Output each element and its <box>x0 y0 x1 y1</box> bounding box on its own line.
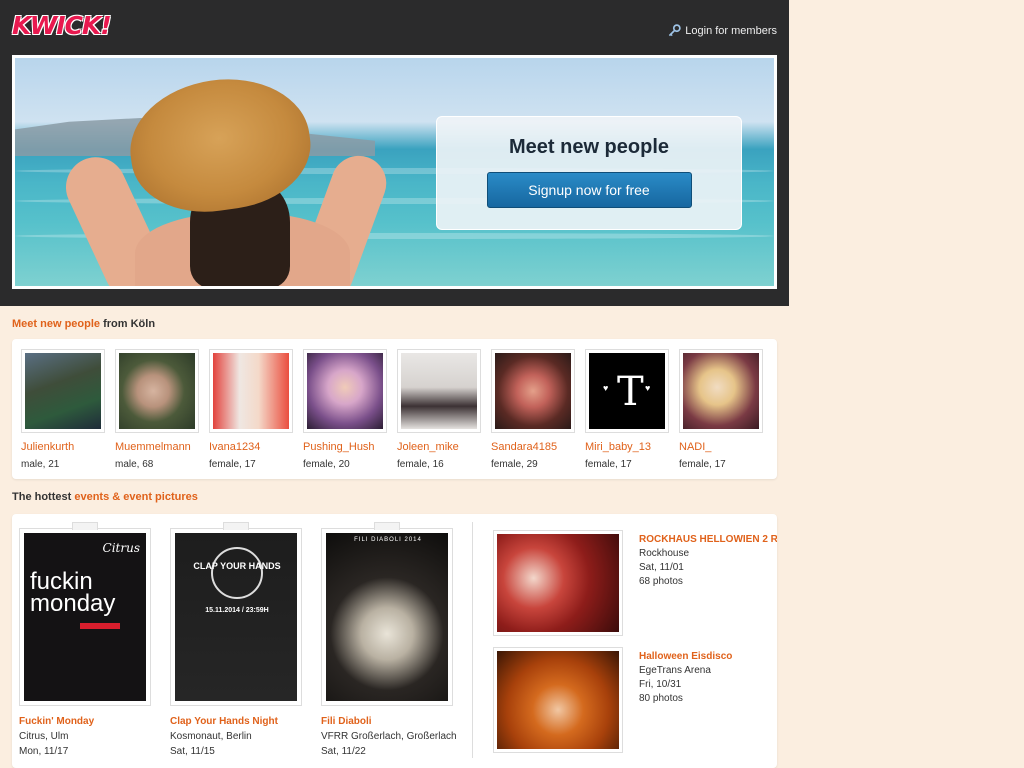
hero-banner: Meet new people Signup now for free <box>12 55 777 289</box>
person-avatar[interactable] <box>209 349 293 433</box>
person-card[interactable]: Joleen_mike female, 16 <box>397 349 483 470</box>
person-info: male, 21 <box>21 459 60 470</box>
person-info: female, 17 <box>679 459 726 470</box>
event-date: Sat, 11/15 <box>170 746 215 757</box>
person-card[interactable]: Muemmelmann male, 68 <box>115 349 201 470</box>
person-name[interactable]: Sandara4185 <box>491 441 577 453</box>
person-card[interactable]: Pushing_Hush female, 20 <box>303 349 389 470</box>
event-date: Sat, 11/22 <box>321 746 366 757</box>
signup-box: Meet new people Signup now for free <box>436 116 742 230</box>
person-card[interactable]: T ♥ ♥ Miri_baby_13 female, 17 <box>585 349 671 470</box>
person-info: male, 68 <box>115 459 154 470</box>
person-info: female, 20 <box>303 459 350 470</box>
event-picture-venue: Rockhouse <box>639 548 690 559</box>
people-title-rest: from Köln <box>103 318 156 330</box>
events-panel: Citrus fuckin monday Fuckin' Monday Citr… <box>12 514 777 768</box>
person-name[interactable]: Joleen_mike <box>397 441 483 453</box>
poster-tab <box>223 522 249 530</box>
person-avatar[interactable] <box>397 349 481 433</box>
signup-button[interactable]: Signup now for free <box>486 172 692 208</box>
kwick-logo[interactable]: KWICK! <box>12 11 112 40</box>
poster-tab <box>72 522 98 530</box>
event-card[interactable]: FILI DIABOLI 2014 Fili Diaboli VFRR Groß… <box>321 522 457 757</box>
event-picture-date: Sat, 11/01 <box>639 562 684 573</box>
people-panel: Julienkurth male, 21 Muemmelmann male, 6… <box>12 339 777 479</box>
event-picture-title[interactable]: Halloween Eisdisco <box>639 651 777 662</box>
people-title-highlight[interactable]: Meet new people <box>12 318 100 330</box>
people-section-title: Meet new people from Köln <box>12 318 155 330</box>
person-card[interactable]: Ivana1234 female, 17 <box>209 349 295 470</box>
event-date: Mon, 11/17 <box>19 746 69 757</box>
event-poster[interactable]: CLAP YOUR HANDS 15.11.2014 / 23:59H <box>170 522 302 706</box>
person-avatar[interactable] <box>679 349 763 433</box>
event-card[interactable]: CLAP YOUR HANDS 15.11.2014 / 23:59H Clap… <box>170 522 302 757</box>
key-icon <box>669 24 682 37</box>
event-poster[interactable]: FILI DIABOLI 2014 <box>321 522 453 706</box>
event-picture-venue: EgeTrans Arena <box>639 665 711 676</box>
event-name[interactable]: Fuckin' Monday <box>19 716 151 727</box>
person-avatar[interactable] <box>303 349 387 433</box>
person-name[interactable]: Julienkurth <box>21 441 107 453</box>
person-avatar[interactable] <box>115 349 199 433</box>
poster-accent <box>80 623 120 629</box>
event-poster[interactable]: Citrus fuckin monday <box>19 522 151 706</box>
event-picture-title[interactable]: ROCKHAUS HELLOWIEN 2 RU <box>639 534 777 545</box>
person-info: female, 29 <box>491 459 538 470</box>
event-picture-info: ROCKHAUS HELLOWIEN 2 RU Rockhouse Sat, 1… <box>639 534 777 587</box>
event-name[interactable]: Clap Your Hands Night <box>170 716 302 727</box>
hero-heading: Meet new people <box>508 136 670 158</box>
events-title-prefix: The hottest <box>12 491 72 503</box>
person-card[interactable]: Julienkurth male, 21 <box>21 349 107 470</box>
poster-main-text: CLAP YOUR HANDS <box>193 561 281 571</box>
poster-date-text: 15.11.2014 / 23:59H <box>205 607 269 614</box>
section-divider <box>472 522 473 758</box>
person-info: female, 16 <box>397 459 444 470</box>
event-location: Kosmonaut, Berlin <box>170 731 252 742</box>
event-location: VFRR Großerlach, Großerlach <box>321 731 457 742</box>
person-name[interactable]: NADI_ <box>679 441 765 453</box>
person-info: female, 17 <box>209 459 256 470</box>
event-picture-thumb[interactable] <box>493 530 623 636</box>
login-link[interactable]: Login for members <box>668 24 777 37</box>
person-info: female, 17 <box>585 459 632 470</box>
person-avatar[interactable] <box>21 349 105 433</box>
event-picture-date: Fri, 10/31 <box>639 679 682 690</box>
poster-venue-text: Citrus <box>102 541 140 555</box>
login-label: Login for members <box>685 24 777 37</box>
event-picture-count: 68 photos <box>639 576 683 587</box>
events-section-title: The hottest events & event pictures <box>12 491 198 503</box>
poster-circle <box>211 547 263 599</box>
event-picture-count: 80 photos <box>639 693 683 704</box>
person-name[interactable]: Miri_baby_13 <box>585 441 671 453</box>
event-name[interactable]: Fili Diaboli <box>321 716 453 727</box>
person-name[interactable]: Muemmelmann <box>115 441 201 453</box>
event-location: Citrus, Ulm <box>19 731 69 742</box>
person-avatar[interactable] <box>491 349 575 433</box>
event-card[interactable]: Citrus fuckin monday Fuckin' Monday Citr… <box>19 522 151 757</box>
poster-main-text: FILI DIABOLI 2014 <box>354 537 422 543</box>
person-card[interactable]: NADI_ female, 17 <box>679 349 765 470</box>
person-avatar[interactable]: T ♥ ♥ <box>585 349 669 433</box>
person-name[interactable]: Pushing_Hush <box>303 441 389 453</box>
event-picture-thumb[interactable] <box>493 647 623 753</box>
event-picture-info: Halloween Eisdisco EgeTrans Arena Fri, 1… <box>639 651 777 704</box>
poster-tab <box>374 522 400 530</box>
events-title-highlight[interactable]: events & event pictures <box>74 491 198 503</box>
poster-main-text: fuckin monday <box>30 568 116 617</box>
site-header: KWICK! Login for members Meet new people… <box>0 0 789 306</box>
person-card[interactable]: Sandara4185 female, 29 <box>491 349 577 470</box>
person-name[interactable]: Ivana1234 <box>209 441 295 453</box>
